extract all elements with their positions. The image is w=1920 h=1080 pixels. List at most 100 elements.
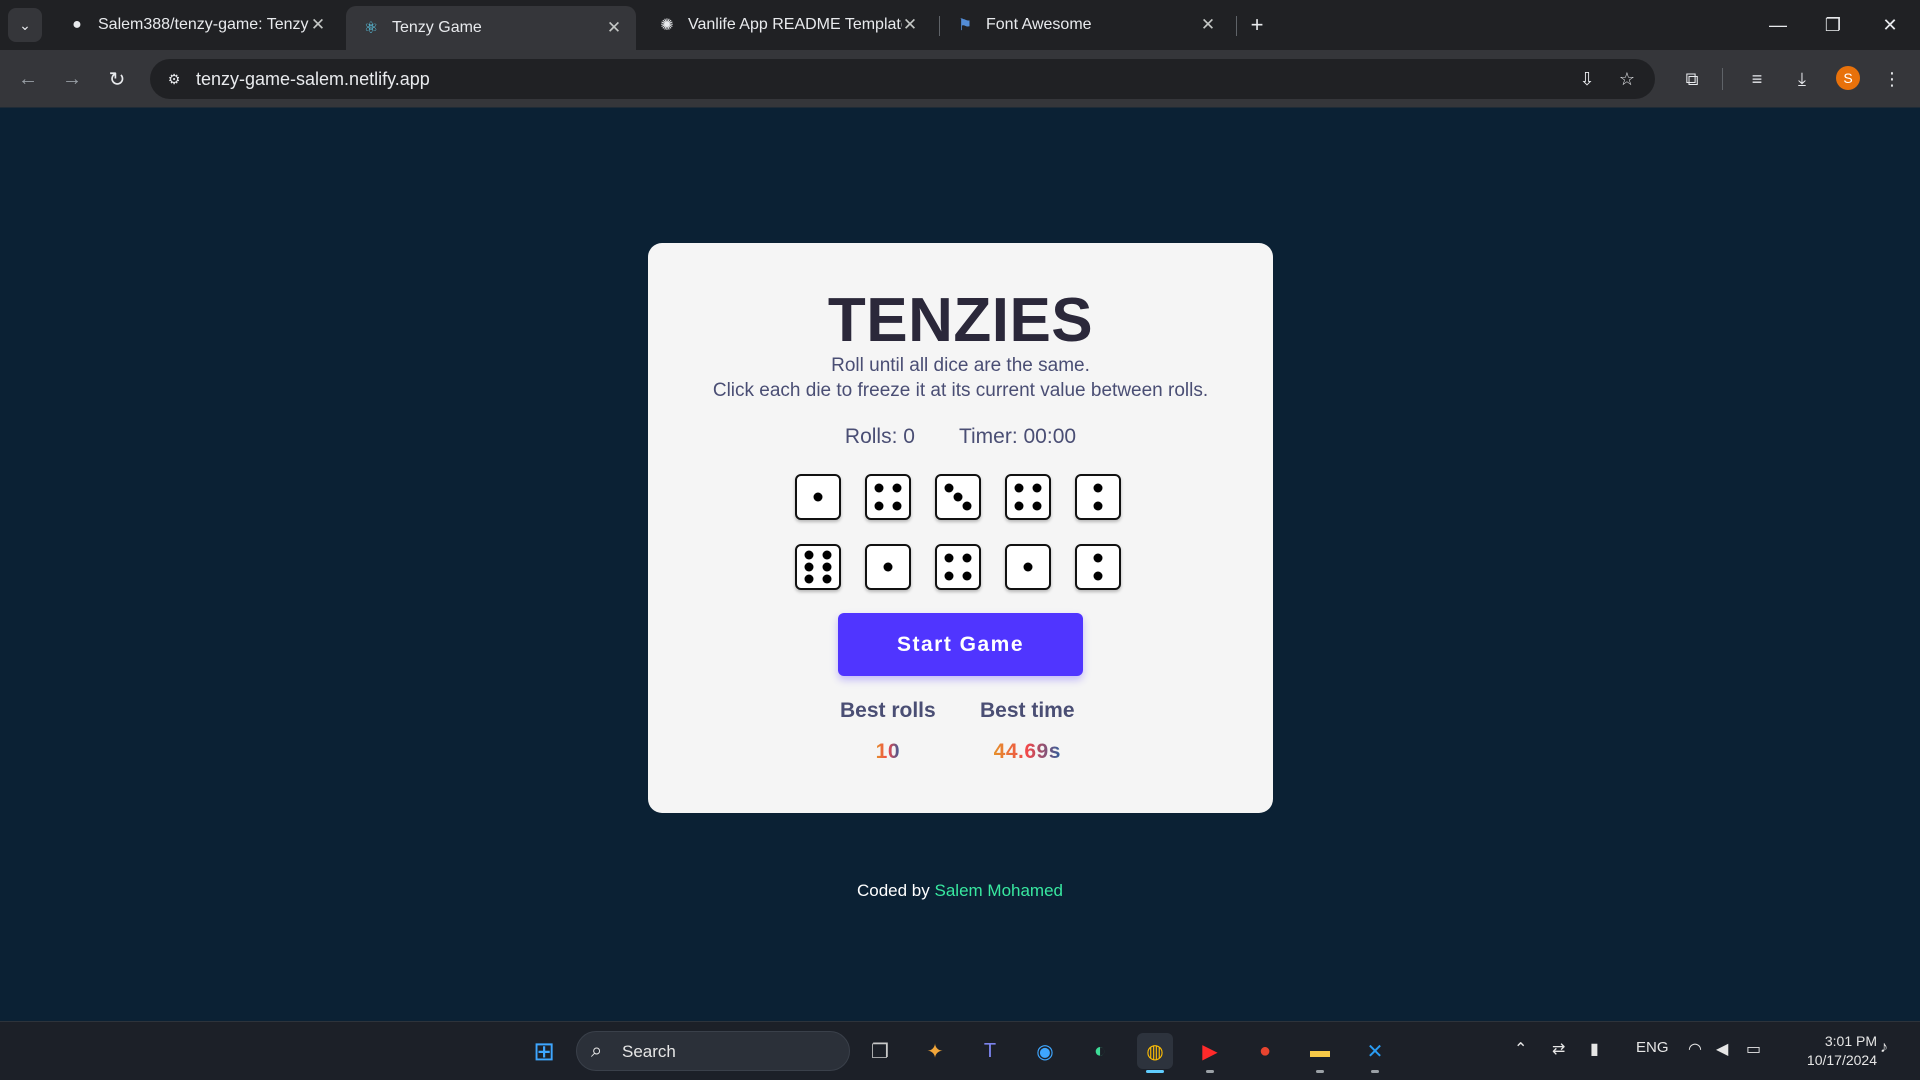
die-pip <box>892 483 902 493</box>
tab-title: Tenzy Game <box>392 19 482 36</box>
best-time: Best time 44.69s <box>980 699 1075 764</box>
tab-title: Font Awesome <box>986 16 1092 33</box>
github-icon: ● <box>72 16 82 33</box>
die-8[interactable] <box>935 544 981 590</box>
teams-icon[interactable]: T <box>972 1033 1008 1069</box>
footer-credit: Coded by Salem Mohamed <box>0 881 1920 901</box>
best-rolls: Best rolls 10 <box>840 699 936 764</box>
die-pip <box>962 553 972 563</box>
die-pip <box>874 501 884 511</box>
app-running-indicator <box>1371 1070 1379 1073</box>
tomato-timer-icon[interactable]: ● <box>1247 1033 1283 1069</box>
instructions-line-1: Roll until all dice are the same. <box>831 355 1090 376</box>
die-6[interactable] <box>795 544 841 590</box>
chrome-icon[interactable]: ◍ <box>1137 1033 1173 1069</box>
die-pip <box>1014 501 1024 511</box>
die-pip <box>944 571 954 581</box>
extensions-puzzle-icon[interactable]: ⧉ <box>1678 65 1706 93</box>
wifi-icon[interactable]: ◠ <box>1688 1039 1702 1059</box>
tab-vanlife-readme[interactable]: ✺ Vanlife App README Template ✕ <box>642 8 932 42</box>
die-pip <box>1032 483 1042 493</box>
site-info-icon[interactable]: ⚙ <box>160 65 188 93</box>
die-2[interactable] <box>865 474 911 520</box>
task-view-icon[interactable]: ❐ <box>862 1033 898 1069</box>
tab-tenzy-game[interactable]: ⚛ Tenzy Game ✕ <box>346 6 636 50</box>
close-tab-icon[interactable]: ✕ <box>902 15 918 35</box>
die-9[interactable] <box>1005 544 1051 590</box>
close-tab-icon[interactable]: ✕ <box>606 18 622 38</box>
windows-start-icon[interactable]: ⊞ <box>526 1033 562 1069</box>
die-pip <box>804 550 814 560</box>
active-app-indicator <box>1146 1070 1164 1073</box>
die-pip <box>1093 501 1103 511</box>
forward-arrow-icon[interactable]: → <box>56 63 88 95</box>
bookmark-star-icon[interactable]: ☆ <box>1614 66 1640 92</box>
show-hidden-icons-chevron-icon[interactable]: ⌃ <box>1514 1039 1527 1059</box>
die-10[interactable] <box>1075 544 1121 590</box>
die-1[interactable] <box>795 474 841 520</box>
taskbar-search[interactable]: ⌕ Search <box>576 1031 850 1071</box>
tab-github[interactable]: ● Salem388/tenzy-game: Tenzy G ✕ <box>52 8 340 42</box>
react-icon: ⚛ <box>363 20 379 37</box>
minimize-icon[interactable]: — <box>1758 10 1798 40</box>
language-indicator[interactable]: ENG <box>1636 1039 1669 1056</box>
taskbar-clock[interactable]: 3:01 PM 10/17/2024 <box>1785 1032 1877 1070</box>
downloads-icon[interactable]: ⤓ <box>1788 65 1816 93</box>
close-tab-icon[interactable]: ✕ <box>310 15 326 35</box>
die-pip <box>822 550 832 560</box>
tab-title: Salem388/tenzy-game: Tenzy G <box>98 16 310 33</box>
profile-avatar[interactable]: S <box>1836 66 1860 90</box>
clock-date: 10/17/2024 <box>1806 1052 1877 1068</box>
die-3[interactable] <box>935 474 981 520</box>
game-card: TENZIES Roll until all dice are the same… <box>648 243 1273 813</box>
toolbar-separator <box>1722 68 1723 90</box>
die-pip <box>874 483 884 493</box>
die-pip <box>804 562 814 572</box>
timer-display: Timer: 00:00 <box>958 425 1077 448</box>
restore-icon[interactable]: ❐ <box>1813 10 1853 40</box>
volume-icon[interactable]: ◀ <box>1716 1039 1728 1059</box>
die-pip <box>1093 571 1103 581</box>
chat-app-icon[interactable]: ◉ <box>1027 1033 1063 1069</box>
connection-icon[interactable]: ⇄ <box>1552 1039 1565 1059</box>
start-game-button[interactable]: Start Game <box>838 613 1083 676</box>
address-bar[interactable]: ⚙ tenzy-game-salem.netlify.app ⇩ ☆ <box>150 59 1655 99</box>
url-text: tenzy-game-salem.netlify.app <box>196 69 430 89</box>
install-app-icon[interactable]: ⇩ <box>1574 66 1600 92</box>
battery-icon[interactable]: ▭ <box>1746 1039 1761 1059</box>
reload-icon[interactable]: ↻ <box>101 63 133 95</box>
chrome-menu-icon[interactable]: ⋮ <box>1878 65 1906 93</box>
die-pip <box>1023 562 1033 572</box>
search-icon: ⌕ <box>591 1040 603 1062</box>
close-tab-icon[interactable]: ✕ <box>1200 15 1216 35</box>
vscode-icon[interactable]: ✕ <box>1357 1033 1393 1069</box>
tab-search-chevron-icon[interactable]: ⌄ <box>8 8 42 42</box>
file-explorer-icon[interactable]: ▬ <box>1302 1033 1338 1069</box>
notifications-bell-icon[interactable]: ♪ <box>1880 1039 1888 1057</box>
back-arrow-icon[interactable]: ← <box>12 63 44 95</box>
window-close-icon[interactable]: ✕ <box>1870 10 1910 40</box>
game-stats: Rolls: 0 Timer: 00:00 <box>648 425 1273 449</box>
edge-icon[interactable]: ◐ <box>1082 1033 1118 1069</box>
best-rolls-value: 10 <box>875 740 901 763</box>
tab-font-awesome[interactable]: ⚑ Font Awesome ✕ <box>940 8 1230 42</box>
die-pip <box>962 501 972 511</box>
author-link[interactable]: Salem Mohamed <box>935 881 1064 900</box>
die-pip <box>944 553 954 563</box>
die-4[interactable] <box>1005 474 1051 520</box>
youtube-icon[interactable]: ▶ <box>1192 1033 1228 1069</box>
tab-title: Vanlife App README Template <box>688 16 902 33</box>
new-tab-plus-icon[interactable]: + <box>1244 12 1270 38</box>
copilot-icon[interactable]: ✦ <box>917 1033 953 1069</box>
die-pip <box>1014 483 1024 493</box>
die-7[interactable] <box>865 544 911 590</box>
performance-meter-icon[interactable]: ▮ <box>1590 1039 1599 1059</box>
app-running-indicator <box>1206 1070 1214 1073</box>
rolls-counter: Rolls: 0 <box>844 425 915 448</box>
die-pip <box>1093 483 1103 493</box>
die-pip <box>822 562 832 572</box>
die-pip <box>962 571 972 581</box>
die-pip <box>813 492 823 502</box>
die-5[interactable] <box>1075 474 1121 520</box>
media-controls-icon[interactable]: ≡ <box>1743 65 1771 93</box>
